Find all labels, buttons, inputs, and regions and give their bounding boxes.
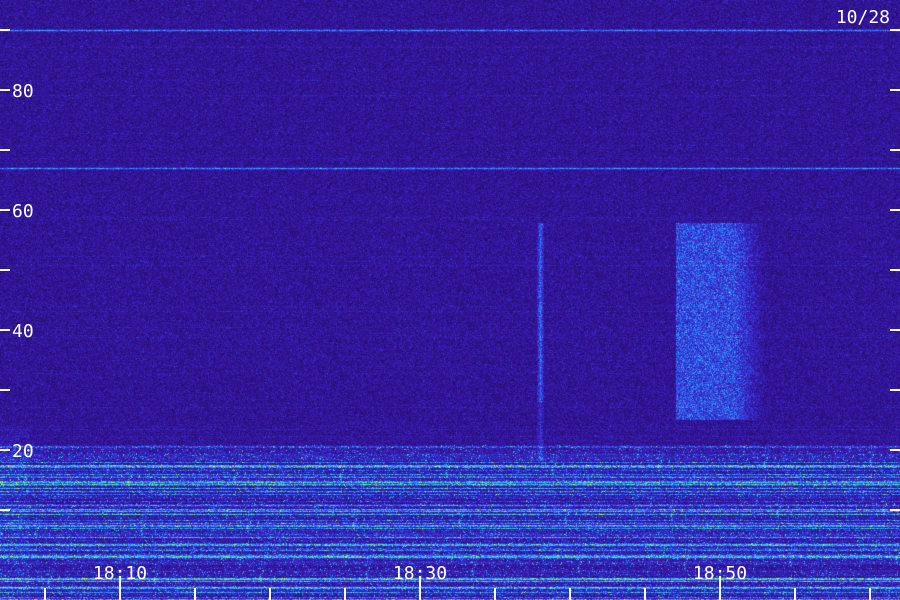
x-tick-label: 18:30	[393, 563, 447, 584]
x-axis: 18:10 18:30 18:50	[44, 563, 871, 600]
chart-overlay: 20406080100 18:1018:3018:50 10/28	[0, 7, 900, 600]
x-tick-label: 18:10	[93, 563, 147, 584]
date-label: 10/28	[836, 7, 890, 28]
y-tick-label: 60	[12, 201, 34, 222]
spectrogram-chart: 20406080100 18:1018:3018:50 10/28	[0, 0, 900, 600]
y-tick-label: 80	[12, 81, 34, 102]
y-tick-label: 20	[12, 441, 34, 462]
y-axis-right	[890, 29, 900, 511]
y-axis-left: 20406080100	[0, 29, 34, 511]
x-tick-label: 18:50	[693, 563, 747, 584]
y-tick-label: 40	[12, 321, 34, 342]
